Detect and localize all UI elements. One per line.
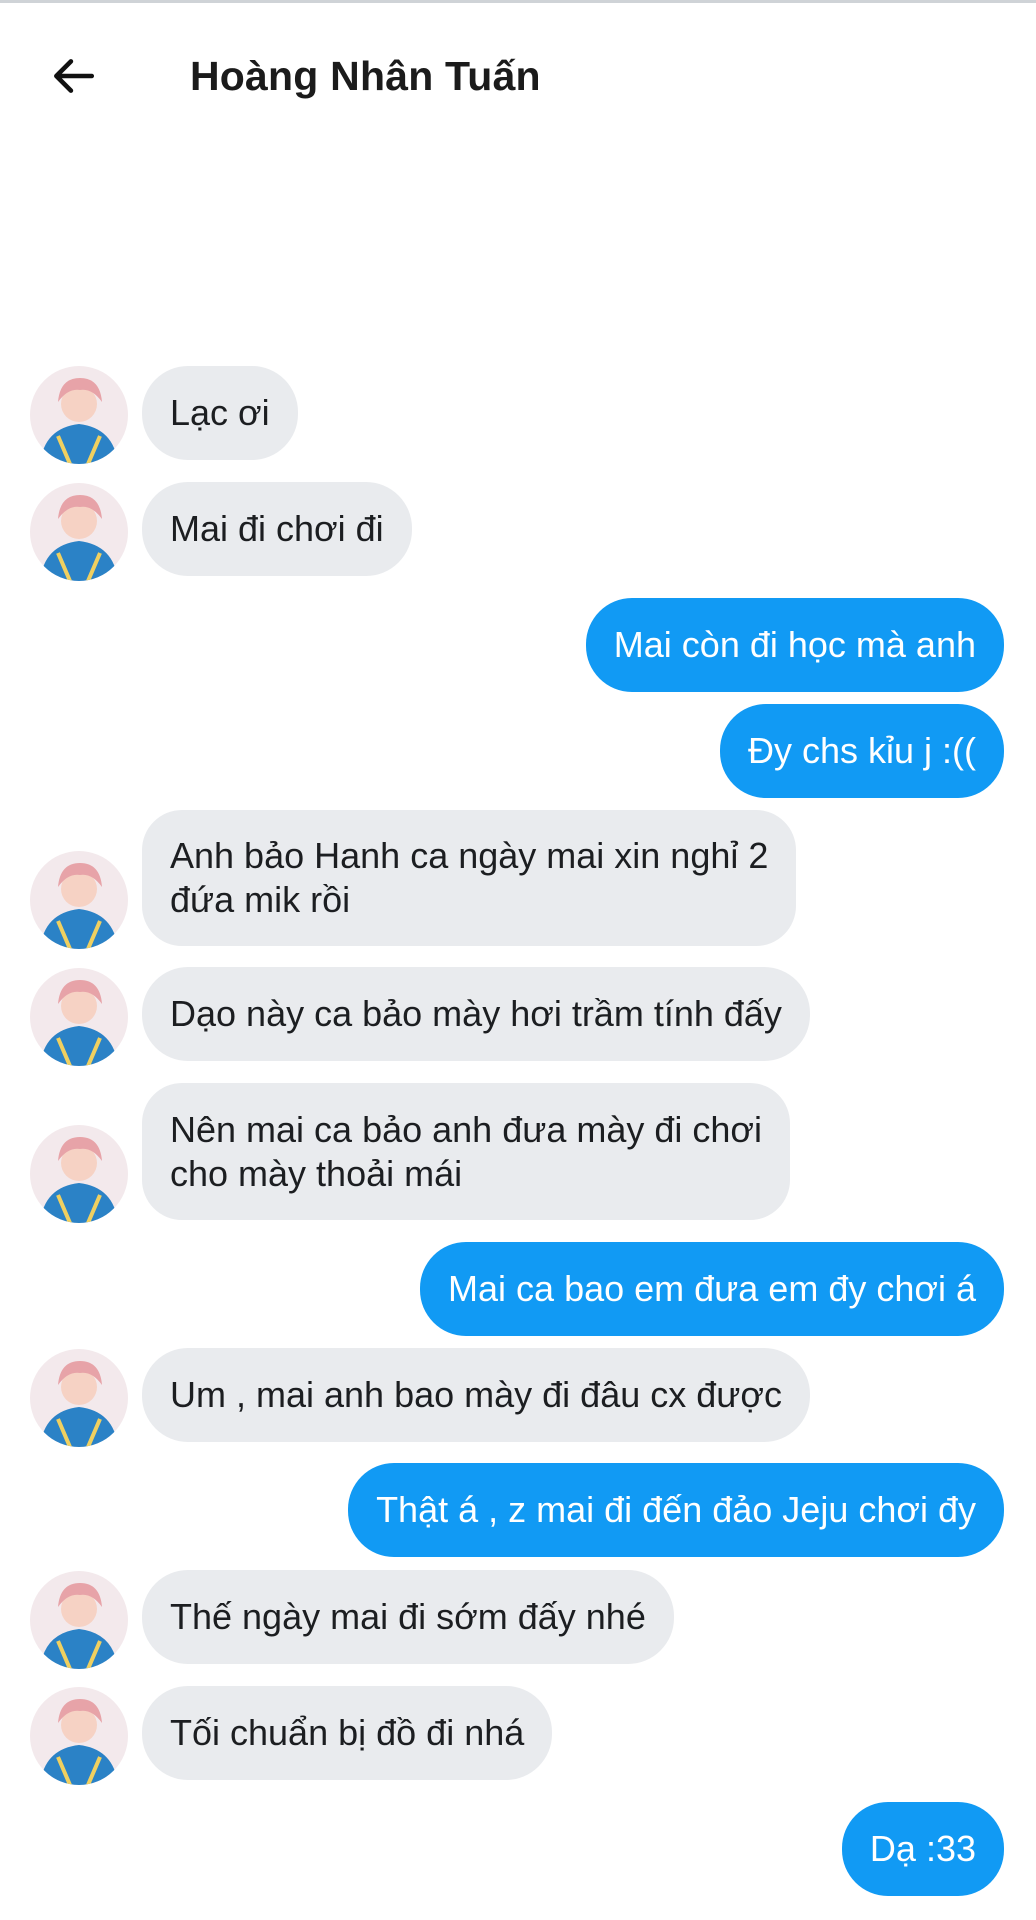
avatar[interactable] bbox=[30, 1349, 128, 1447]
message-sent[interactable]: Thật á , z mai đi đến đảo Jeju chơi đy bbox=[348, 1463, 1004, 1557]
message-received[interactable]: Thế ngày mai đi sớm đấy nhé bbox=[142, 1570, 674, 1664]
contact-name: Hoàng Nhân Tuấn bbox=[190, 53, 541, 99]
avatar[interactable] bbox=[30, 483, 128, 581]
message-sent[interactable]: Mai ca bao em đưa em đy chơi á bbox=[420, 1242, 1004, 1336]
message-received[interactable]: Tối chuẩn bị đồ đi nhá bbox=[142, 1686, 553, 1780]
message-sent[interactable]: Đy chs kỉu j :(( bbox=[719, 704, 1004, 798]
message-received[interactable]: Anh bảo Hanh ca ngày mai xin nghỉ 2 đứa … bbox=[142, 810, 797, 946]
avatar[interactable] bbox=[30, 851, 128, 949]
message-received[interactable]: Dạo này ca bảo mày hơi trầm tính đấy bbox=[142, 967, 810, 1061]
avatar[interactable] bbox=[30, 968, 128, 1066]
message-received[interactable]: Lạc ơi bbox=[142, 366, 298, 460]
arrow-left-icon bbox=[54, 59, 95, 93]
avatar[interactable] bbox=[30, 1571, 128, 1669]
message-received[interactable]: Um , mai anh bao mày đi đâu cx được bbox=[142, 1348, 810, 1442]
avatar[interactable] bbox=[30, 1125, 128, 1223]
chat-header: Hoàng Nhân Tuấn bbox=[0, 3, 1036, 153]
avatar[interactable] bbox=[30, 366, 128, 464]
back-button[interactable] bbox=[40, 43, 106, 109]
message-sent[interactable]: Mai còn đi học mà anh bbox=[585, 598, 1004, 692]
message-received[interactable]: Mai đi chơi đi bbox=[142, 482, 412, 576]
message-sent[interactable]: Dạ :33 bbox=[841, 1802, 1004, 1896]
avatar[interactable] bbox=[30, 1687, 128, 1785]
message-received[interactable]: Nên mai ca bảo anh đưa mày đi chơi cho m… bbox=[142, 1083, 791, 1220]
